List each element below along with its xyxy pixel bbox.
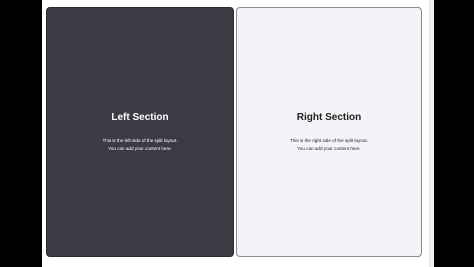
vertical-scrollbar[interactable] (429, 0, 434, 267)
right-section-panel: Right Section This is the right side of … (236, 7, 422, 257)
left-section-text-line-2: You can add your content here. (108, 145, 172, 151)
left-section-text-line-1: This is the left side of the split layou… (102, 137, 178, 143)
left-section-panel: Left Section This is the left side of th… (46, 7, 234, 257)
right-section-text-line-2: You can add your content here. (297, 145, 361, 151)
page: Left Section This is the left side of th… (42, 0, 434, 267)
right-section-title: Right Section (296, 111, 362, 123)
left-section-title: Left Section (111, 111, 169, 123)
right-section-text-line-1: This is the right side of the split layo… (290, 137, 368, 143)
